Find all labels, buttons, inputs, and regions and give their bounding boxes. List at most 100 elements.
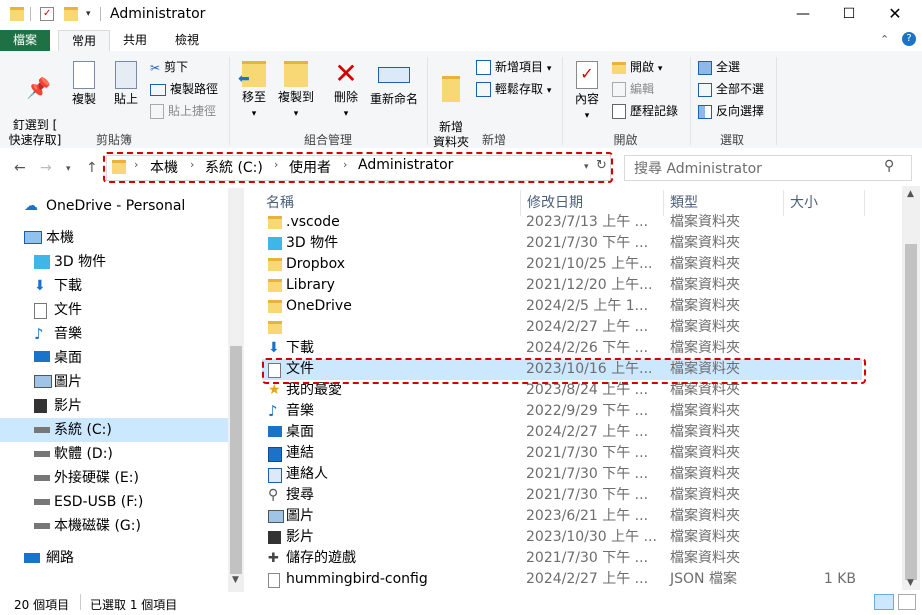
nav-3d-objects[interactable]: 3D 物件 xyxy=(0,250,228,274)
new-item-button[interactable]: 新增項目 ▾ xyxy=(476,57,551,77)
select-none-button[interactable]: 全部不選 xyxy=(698,79,764,99)
recent-locations-icon[interactable]: ▾ xyxy=(66,164,71,174)
tab-home[interactable]: 常用 xyxy=(58,30,110,53)
move-to-button[interactable]: ⬅ 移至 ▾ xyxy=(236,61,272,122)
copy-path-button[interactable]: 複製路徑 xyxy=(150,79,218,99)
nav-videos[interactable]: 影片 xyxy=(0,394,228,418)
search-input[interactable]: 搜尋 Administrator xyxy=(634,158,762,178)
nav-drive-f[interactable]: ESD-USB (F:) xyxy=(0,490,228,514)
nav-network-label: 網路 xyxy=(46,550,74,566)
column-header-size[interactable]: 大小 xyxy=(790,192,818,212)
table-row[interactable]: ♪ 音樂 2022/9/29 下午 ... 檔案資料夾 xyxy=(262,401,862,422)
properties-button[interactable]: ✓ 內容 ▾ xyxy=(568,61,606,124)
open-group-label: 開啟 xyxy=(613,133,638,147)
table-row[interactable]: 影片 2023/10/30 上午 ... 檔案資料夾 xyxy=(262,527,862,548)
easy-access-button[interactable]: 輕鬆存取 ▾ xyxy=(476,79,551,99)
table-row[interactable]: 連絡人 2021/7/30 下午 ... 檔案資料夾 xyxy=(262,464,862,485)
nav-drive-g[interactable]: 本機磁碟 (G:) xyxy=(0,514,228,538)
nav-drive-c[interactable]: 系統 (C:) xyxy=(0,418,228,442)
table-row[interactable]: 2024/2/27 上午 ... 檔案資料夾 xyxy=(262,317,862,338)
close-button[interactable]: ✕ xyxy=(872,0,918,30)
table-row[interactable]: 3D 物件 2021/7/30 下午 ... 檔案資料夾 xyxy=(262,233,862,254)
column-header-type[interactable]: 類型 xyxy=(670,192,698,212)
copy-to-button[interactable]: 複製到 ▾ xyxy=(276,61,316,122)
drive-icon xyxy=(34,451,50,457)
table-row[interactable]: Library 2021/12/20 上午... 檔案資料夾 xyxy=(262,275,862,296)
cut-button[interactable]: ✂ 剪下 xyxy=(150,57,188,77)
quick-access-dropdown-icon[interactable]: ▾ xyxy=(86,9,100,23)
history-button[interactable]: 歷程記錄 xyxy=(612,101,678,121)
table-row[interactable]: 連結 2021/7/30 下午 ... 檔案資料夾 xyxy=(262,443,862,464)
video-icon xyxy=(268,531,281,544)
rename-button[interactable]: 重新命名 xyxy=(366,61,422,107)
nav-downloads[interactable]: ⬇ 下載 xyxy=(0,274,228,298)
scroll-down-icon[interactable]: ▼ xyxy=(232,575,239,585)
new-folder-quick-icon[interactable] xyxy=(64,7,78,21)
file-date: 2021/7/30 下午 ... xyxy=(526,550,649,566)
maximize-button[interactable]: ☐ xyxy=(826,0,872,30)
table-row[interactable]: OneDrive 2024/2/5 上午 1... 檔案資料夾 xyxy=(262,296,862,317)
divider xyxy=(100,7,101,21)
large-icons-view-icon[interactable] xyxy=(898,594,916,610)
scroll-down-icon[interactable]: ▼ xyxy=(907,578,914,588)
table-row[interactable]: ⚲ 搜尋 2021/7/30 下午 ... 檔案資料夾 xyxy=(262,485,862,506)
nav-drive-d[interactable]: 軟體 (D:) xyxy=(0,442,228,466)
nav-drive-e[interactable]: 外接硬碟 (E:) xyxy=(0,466,228,490)
link-icon xyxy=(268,447,282,462)
table-row[interactable]: 桌面 2024/2/27 上午 ... 檔案資料夾 xyxy=(262,422,862,443)
new-item-label: 新增項目 xyxy=(495,60,544,74)
copy-button[interactable]: 複製 xyxy=(66,61,102,107)
help-icon[interactable]: ? xyxy=(902,32,916,46)
delete-x-icon: ✕ xyxy=(334,57,358,90)
table-row[interactable]: ⬇ 下載 2024/2/26 下午 ... 檔案資料夾 xyxy=(262,338,862,359)
nav-pane-scroll-thumb[interactable] xyxy=(230,346,242,574)
copy-to-icon xyxy=(284,61,308,87)
properties-quick-icon[interactable]: ✓ xyxy=(40,7,54,21)
nav-onedrive[interactable]: ☁ OneDrive - Personal xyxy=(0,194,228,218)
table-row[interactable]: .vscode 2023/7/13 上午 ... 檔案資料夾 xyxy=(262,212,862,233)
paste-shortcut-button[interactable]: 貼上捷徑 xyxy=(150,101,216,121)
paste-button[interactable]: 貼上 xyxy=(108,61,144,107)
search-icon: ⚲ xyxy=(884,158,895,174)
file-date: 2021/10/25 上午... xyxy=(526,256,653,272)
open-button[interactable]: 開啟 ▾ xyxy=(612,57,662,77)
nav-pictures[interactable]: 圖片 xyxy=(0,370,228,394)
tab-file[interactable]: 檔案 xyxy=(0,30,50,51)
invert-selection-button[interactable]: 反向選擇 xyxy=(698,101,764,121)
table-row[interactable]: 圖片 2023/6/21 上午 ... 檔案資料夾 xyxy=(262,506,862,527)
select-group-label: 選取 xyxy=(719,133,744,147)
edit-button[interactable]: 編輯 xyxy=(612,79,654,99)
details-view-icon[interactable] xyxy=(874,594,894,610)
nav-music[interactable]: ♪ 音樂 xyxy=(0,322,228,346)
scroll-up-icon[interactable]: ▲ xyxy=(907,189,914,199)
file-type: 檔案資料夾 xyxy=(670,529,740,545)
forward-icon[interactable]: → xyxy=(40,160,52,176)
nav-drive-e-label: 外接硬碟 (E:) xyxy=(54,470,139,486)
table-row[interactable]: hummingbird-config 2024/2/27 上午 ... JSON 檔… xyxy=(262,569,862,590)
nav-documents[interactable]: 文件 xyxy=(0,298,228,322)
column-header-name[interactable]: 名稱 xyxy=(266,192,294,212)
computer-icon xyxy=(24,231,42,244)
table-row[interactable]: ✚ 儲存的遊戲 2021/7/30 下午 ... 檔案資料夾 xyxy=(262,548,862,569)
nav-this-pc[interactable]: 本機 xyxy=(0,226,228,250)
nav-desktop[interactable]: 桌面 xyxy=(0,346,228,370)
back-icon[interactable]: ← xyxy=(14,160,26,176)
paste-shortcut-icon xyxy=(150,104,164,119)
nav-drive-g-label: 本機磁碟 (G:) xyxy=(54,518,141,534)
file-list-scroll-thumb[interactable] xyxy=(905,244,917,580)
table-row[interactable]: Dropbox 2021/10/25 上午... 檔案資料夾 xyxy=(262,254,862,275)
nav-network[interactable]: 網路 xyxy=(0,546,228,570)
rename-label: 重新命名 xyxy=(369,92,418,106)
minimize-button[interactable]: — xyxy=(780,0,826,30)
desktop-icon xyxy=(34,351,50,362)
select-all-button[interactable]: 全選 xyxy=(698,57,740,77)
file-name: 桌面 xyxy=(286,424,314,440)
tab-view[interactable]: 檢視 xyxy=(164,30,210,51)
column-header-date[interactable]: 修改日期 xyxy=(527,192,583,212)
up-icon[interactable]: ↑ xyxy=(86,160,98,176)
collapse-ribbon-icon[interactable]: ⌃ xyxy=(880,33,889,46)
file-name: 音樂 xyxy=(286,403,314,419)
drive-icon xyxy=(34,475,50,481)
delete-button[interactable]: ✕ 刪除 ▾ xyxy=(328,57,364,122)
tab-share[interactable]: 共用 xyxy=(112,30,158,51)
